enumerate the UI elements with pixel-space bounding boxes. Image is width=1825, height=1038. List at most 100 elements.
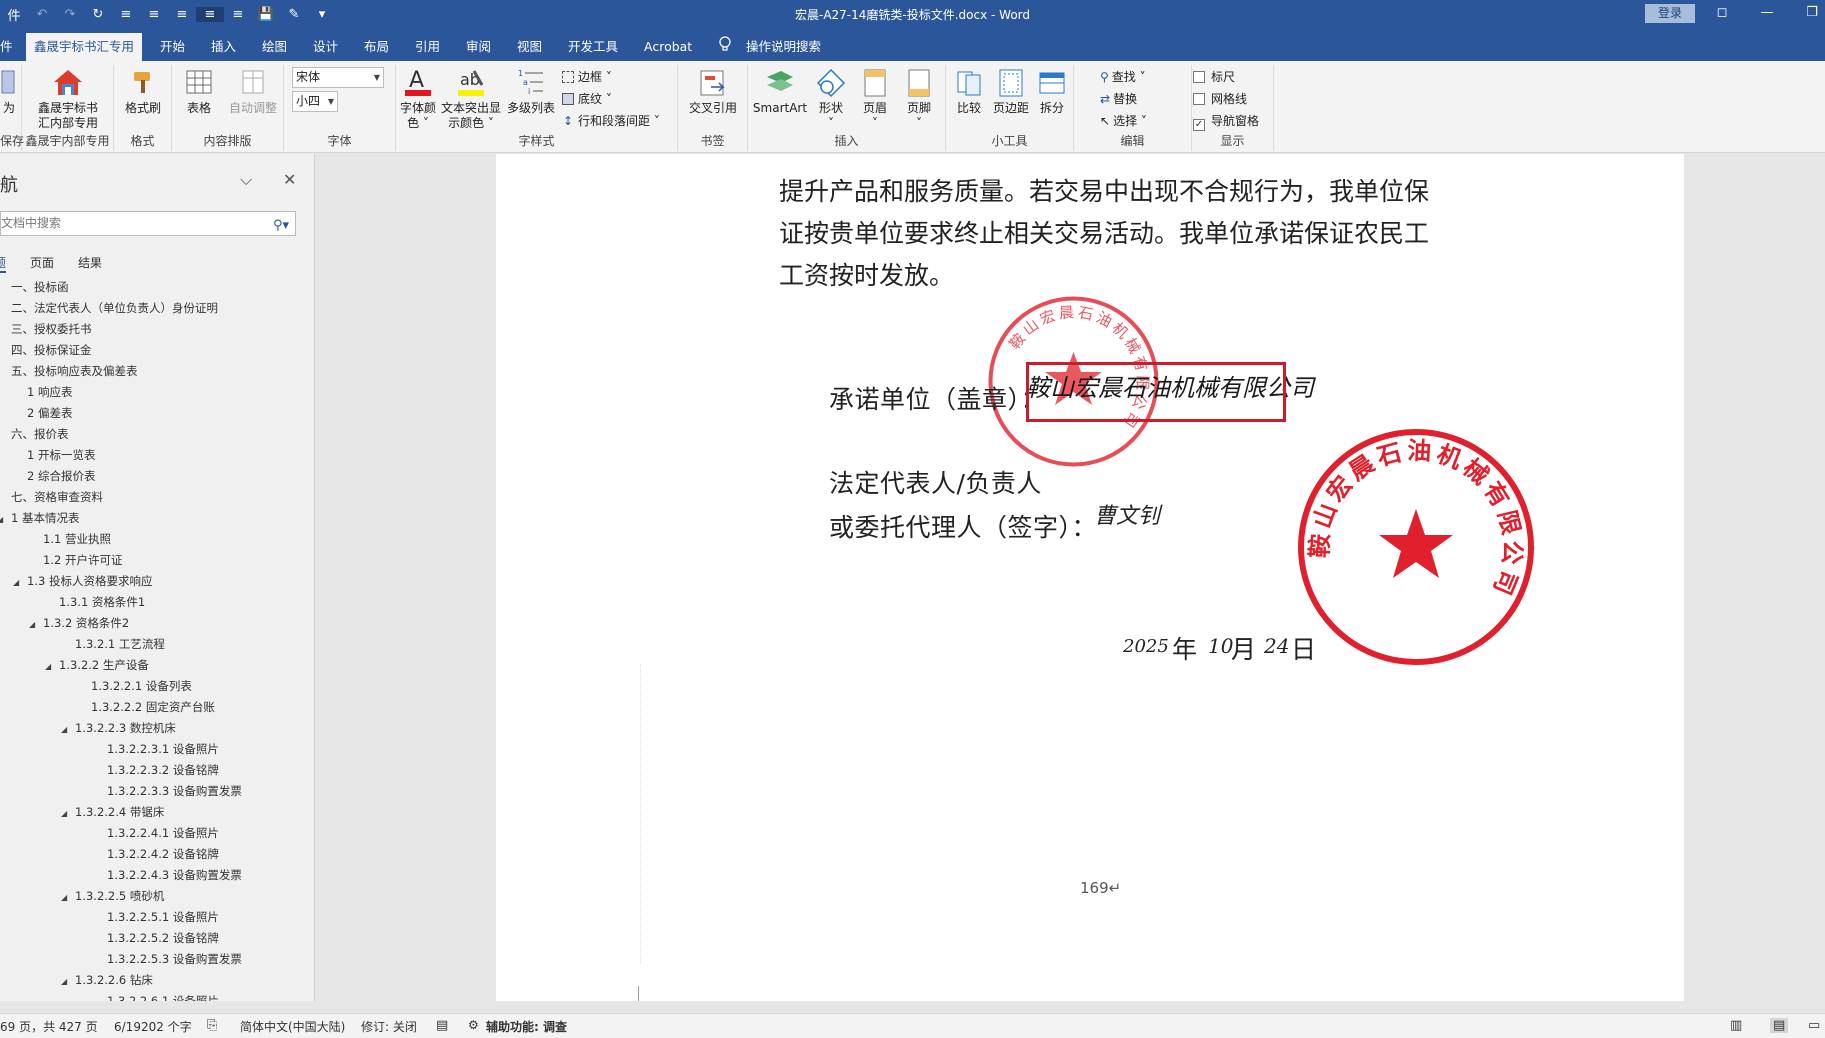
search-icon[interactable]: ⚲▾ — [273, 214, 289, 237]
accessibility-icon[interactable]: ⚙ — [468, 1018, 479, 1032]
heading-item[interactable]: 1.3.2.2.3.3 设备购置发票 — [93, 781, 242, 801]
heading-item[interactable]: ◢ 1.3.2.2.3 数控机床 — [61, 718, 176, 738]
heading-item[interactable]: 1.3.2.2.1 设备列表 — [77, 676, 192, 696]
tab-references[interactable]: 引用 — [407, 33, 448, 61]
heading-item[interactable]: 1.3.2.2.4.3 设备购置发票 — [93, 865, 242, 885]
collapse-triangle-icon[interactable]: ◢ — [0, 510, 11, 530]
line-spacing-icon[interactable]: ≡ — [224, 7, 252, 22]
heading-item[interactable]: 1.1 营业执照 — [29, 529, 111, 549]
collapse-triangle-icon[interactable]: ◢ — [29, 615, 43, 635]
font-size-select[interactable]: 小四 ▼ — [292, 91, 338, 112]
read-mode-icon[interactable]: ▥ — [1730, 1018, 1742, 1033]
heading-item[interactable]: ◢ 1.3 投标人资格要求响应 — [13, 571, 152, 591]
collapse-triangle-icon[interactable]: ◢ — [13, 573, 27, 593]
minimize-button[interactable]: — — [1745, 2, 1789, 24]
borders-button[interactable]: 边框 ˅ — [562, 67, 612, 87]
select-button[interactable]: ↖ 选择 ˅ — [1100, 111, 1147, 131]
heading-item[interactable]: 1.3.2.2.5.3 设备购置发票 — [93, 949, 242, 969]
navigation-pane-checkbox[interactable]: ✓ 导航窗格 — [1193, 111, 1259, 131]
heading-item[interactable]: ◢ 1.3.2.2.4 带锯床 — [61, 802, 164, 822]
heading-item[interactable]: 一、投标函 — [0, 277, 69, 297]
heading-item[interactable]: 1 响应表 — [13, 382, 72, 402]
xinshengyu-button[interactable]: 鑫晟宇标书 汇内部专用 — [24, 67, 112, 131]
tab-home[interactable]: 开始 — [152, 33, 193, 61]
shapes-button[interactable]: 形状 ˅ — [810, 67, 852, 131]
align-right-icon[interactable]: ≡ — [168, 7, 196, 22]
footer-button[interactable]: 页脚 ˅ — [898, 67, 940, 131]
tab-layout[interactable]: 布局 — [356, 33, 397, 61]
save-as-button[interactable]: 为 — [0, 67, 20, 116]
table-button[interactable]: 表格 — [174, 67, 224, 116]
line-spacing-button[interactable]: ↕ 行和段落间距 ˅ — [562, 111, 660, 131]
split-button[interactable]: 拆分 — [1034, 67, 1070, 116]
collapse-triangle-icon[interactable]: ◢ — [61, 888, 75, 908]
justify-icon[interactable]: ≡ — [196, 6, 224, 22]
format-painter-icon[interactable]: ✎ — [280, 7, 308, 22]
chevron-down-icon[interactable]: ⌵ — [240, 170, 252, 190]
login-button[interactable]: 登录 — [1645, 4, 1695, 23]
heading-item[interactable]: 1.2 开户许可证 — [29, 550, 122, 570]
header-button[interactable]: 页眉 ˅ — [854, 67, 896, 131]
tell-me-search[interactable]: 操作说明搜索 — [738, 33, 829, 61]
heading-item[interactable]: 1.3.2.1 工艺流程 — [61, 634, 165, 654]
heading-item[interactable]: 1.3.2.2.2 固定资产台账 — [77, 697, 215, 717]
proofing-icon[interactable]: ⎘ — [207, 1018, 217, 1033]
save-icon[interactable]: 💾 — [252, 7, 280, 22]
status-accessibility[interactable]: 辅助功能: 调查 — [486, 1018, 567, 1035]
heading-item[interactable]: ◢1 基本情况表 — [0, 508, 79, 528]
cross-reference-button[interactable]: 交叉引用 — [684, 67, 742, 116]
margins-button[interactable]: 页边距 — [990, 67, 1032, 116]
format-painter-button[interactable]: 格式刷 — [118, 67, 168, 116]
web-layout-icon[interactable]: ▭ — [1808, 1018, 1820, 1033]
checkmark-icon[interactable]: ✓ — [1193, 119, 1205, 131]
redo-icon[interactable]: ↷ — [56, 7, 84, 22]
repeat-icon[interactable]: ↻ — [84, 7, 112, 22]
collapse-triangle-icon[interactable]: ◢ — [61, 804, 75, 824]
heading-item[interactable]: ◢ 1.3.2 资格条件2 — [29, 613, 129, 633]
heading-item[interactable]: 四、投标保证金 — [0, 340, 92, 360]
heading-item[interactable]: 1.3.2.2.4.2 设备铭牌 — [93, 844, 219, 864]
shading-button[interactable]: 底纹 ˅ — [562, 89, 612, 109]
heading-item[interactable]: 1.3.2.2.3.2 设备铭牌 — [93, 760, 219, 780]
find-button[interactable]: ⚲ 查找 ˅ — [1100, 67, 1146, 87]
heading-item[interactable]: 六、报价表 — [0, 424, 69, 444]
macro-icon[interactable]: ▤ — [436, 1018, 448, 1033]
heading-item[interactable]: 七、资格审查资料 — [0, 487, 103, 507]
heading-item[interactable]: 2 综合报价表 — [13, 466, 95, 486]
tab-view[interactable]: 视图 — [509, 33, 550, 61]
heading-item[interactable]: 五、投标响应表及偏差表 — [0, 361, 138, 381]
align-left-icon[interactable]: ≡ — [112, 7, 140, 22]
heading-item[interactable]: 1.3.2.2.3.1 设备照片 — [93, 739, 219, 759]
tab-file[interactable]: 件 — [0, 33, 21, 61]
nav-tab-headings[interactable]: 题 — [0, 254, 7, 273]
heading-item[interactable]: 1.3.2.2.4.1 设备照片 — [93, 823, 219, 843]
heading-item[interactable]: 1.3.2.2.6.1 设备照片 — [93, 991, 219, 1001]
status-language[interactable]: 简体中文(中国大陆) — [240, 1018, 345, 1035]
status-words[interactable]: 6/19202 个字 — [114, 1018, 192, 1035]
tab-insert[interactable]: 插入 — [203, 33, 244, 61]
heading-item[interactable]: ◢ 1.3.2.2 生产设备 — [45, 655, 149, 675]
heading-item[interactable]: 1 开标一览表 — [13, 445, 95, 465]
qat-customize-icon[interactable]: ▾ — [308, 7, 336, 22]
replace-button[interactable]: ⇄ 替换 — [1100, 89, 1137, 109]
heading-item[interactable]: 1.3.2.2.5.1 设备照片 — [93, 907, 219, 927]
restore-button[interactable]: ❐ — [1790, 2, 1825, 24]
autofit-button[interactable]: 自动调整 — [224, 67, 282, 116]
tab-review[interactable]: 审阅 — [458, 33, 499, 61]
collapse-triangle-icon[interactable]: ◢ — [61, 720, 75, 740]
heading-item[interactable]: 1.3.2.2.5.2 设备铭牌 — [93, 928, 219, 948]
tab-xinshengyu[interactable]: 鑫晟宇标书汇专用 — [26, 33, 143, 61]
font-name-select[interactable]: 宋体 ▼ — [292, 67, 384, 88]
heading-item[interactable]: 三、授权委托书 — [0, 319, 92, 339]
heading-item[interactable]: ◢ 1.3.2.2.5 喷砂机 — [61, 886, 164, 906]
align-center-icon[interactable]: ≡ — [140, 7, 168, 22]
heading-item[interactable]: 1.3.1 资格条件1 — [45, 592, 145, 612]
multilevel-list-button[interactable]: 1 a i 多级列表 — [504, 67, 558, 116]
heading-item[interactable]: 2 偏差表 — [13, 403, 72, 423]
highlight-button[interactable]: ab 文本突出显 示颜色 ˅ — [440, 67, 502, 131]
close-icon[interactable]: ✕ — [283, 170, 296, 189]
gridlines-check-box[interactable] — [1193, 93, 1205, 105]
tab-acrobat[interactable]: Acrobat — [636, 33, 700, 61]
ruler-checkbox[interactable]: 标尺 — [1193, 67, 1235, 87]
ruler-check-box[interactable] — [1193, 71, 1205, 83]
